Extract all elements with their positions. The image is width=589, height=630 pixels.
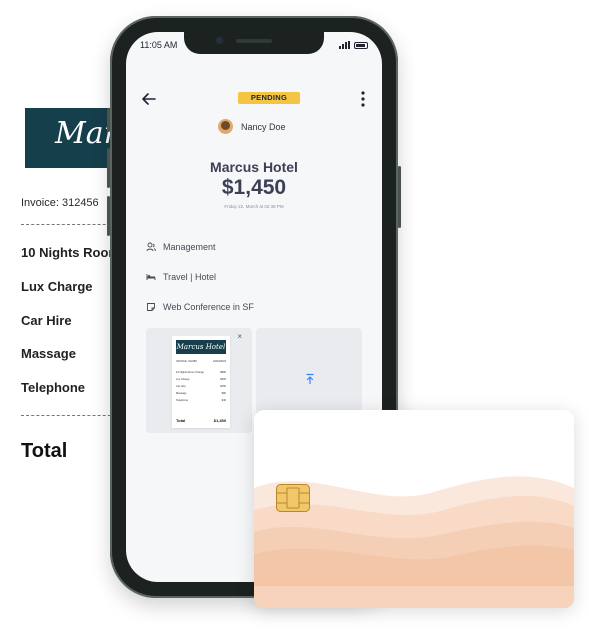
receipt-header-left: INVOICE: 312456 [176,360,197,363]
phone-volume-down-button [107,196,110,236]
camera-icon [216,37,223,44]
invoice-divider [21,224,121,225]
note-icon [147,303,155,311]
battery-icon [354,42,368,49]
receipt-thumbnail: Marcus Hotel INVOICE: 312456 22/03/2024 … [172,336,230,428]
status-bar-icons [339,41,368,49]
receipt-line-label: 10 Nights Room Charge [176,371,204,374]
remove-attachment-icon[interactable]: × [237,332,242,341]
invoice-total-label: Total [21,440,68,462]
receipt-line-label: Car Hire [176,385,186,388]
invoice-line-item: 10 Nights Room [21,245,120,260]
more-options-icon[interactable] [360,90,366,108]
invoice-line-item: Telephone [21,380,86,395]
receipt-line-label: Lux Charge [176,378,190,381]
receipt-header-right: 22/03/2024 [213,360,226,363]
back-arrow-icon[interactable] [140,90,158,108]
merchant-name: Marcus Hotel [210,159,298,175]
signal-icon [339,41,350,49]
receipt-attachment[interactable]: Marcus Hotel INVOICE: 312456 22/03/2024 … [146,328,252,433]
invoice-line-item: Car Hire [21,313,72,328]
detail-department-label: Management [163,242,216,252]
detail-row-department[interactable]: Management [146,242,216,252]
phone-notch [184,32,324,54]
receipt-total-label: Total [176,418,186,423]
receipt-line-value: $80 [221,392,226,395]
bed-icon [146,274,156,280]
status-badge: PENDING [238,92,300,104]
receipt-line-value: $40 [221,399,226,402]
receipt-line-label: Telephone [176,399,188,402]
phone-power-button [398,166,401,228]
receipt-line-value: $880 [220,371,226,374]
receipt-line-value: $300 [220,378,226,381]
credit-card [254,410,574,608]
avatar [218,119,233,134]
status-bar-time: 11:05 AM [140,40,178,50]
submitter: Nancy Doe [218,119,286,134]
invoice-line-item: Lux Charge [21,279,93,294]
invoice-line-item: Massage [21,346,76,361]
speaker-grille [236,39,272,43]
upload-icon[interactable] [304,373,316,385]
phone-side-button [107,108,110,132]
detail-row-note[interactable]: Web Conference in SF [146,302,254,312]
card-chip-icon [276,484,310,512]
expense-amount: $1,450 [221,176,287,199]
receipt-logo: Marcus Hotel [176,340,226,354]
invoice-divider [21,415,121,416]
detail-row-category[interactable]: Travel | Hotel [146,272,216,282]
receipt-line-label: Massage [176,392,187,395]
invoice-number: Invoice: 312456 [21,197,99,209]
receipt-line-value: $150 [220,385,226,388]
phone-volume-up-button [107,148,110,188]
expense-date: Friday 22, March at 02:38 PM [224,204,284,209]
detail-note-label: Web Conference in SF [163,302,254,312]
receipt-total-value: $1,450 [213,418,226,423]
detail-category-label: Travel | Hotel [163,272,217,282]
people-icon [146,242,156,252]
submitter-name: Nancy Doe [241,121,286,132]
